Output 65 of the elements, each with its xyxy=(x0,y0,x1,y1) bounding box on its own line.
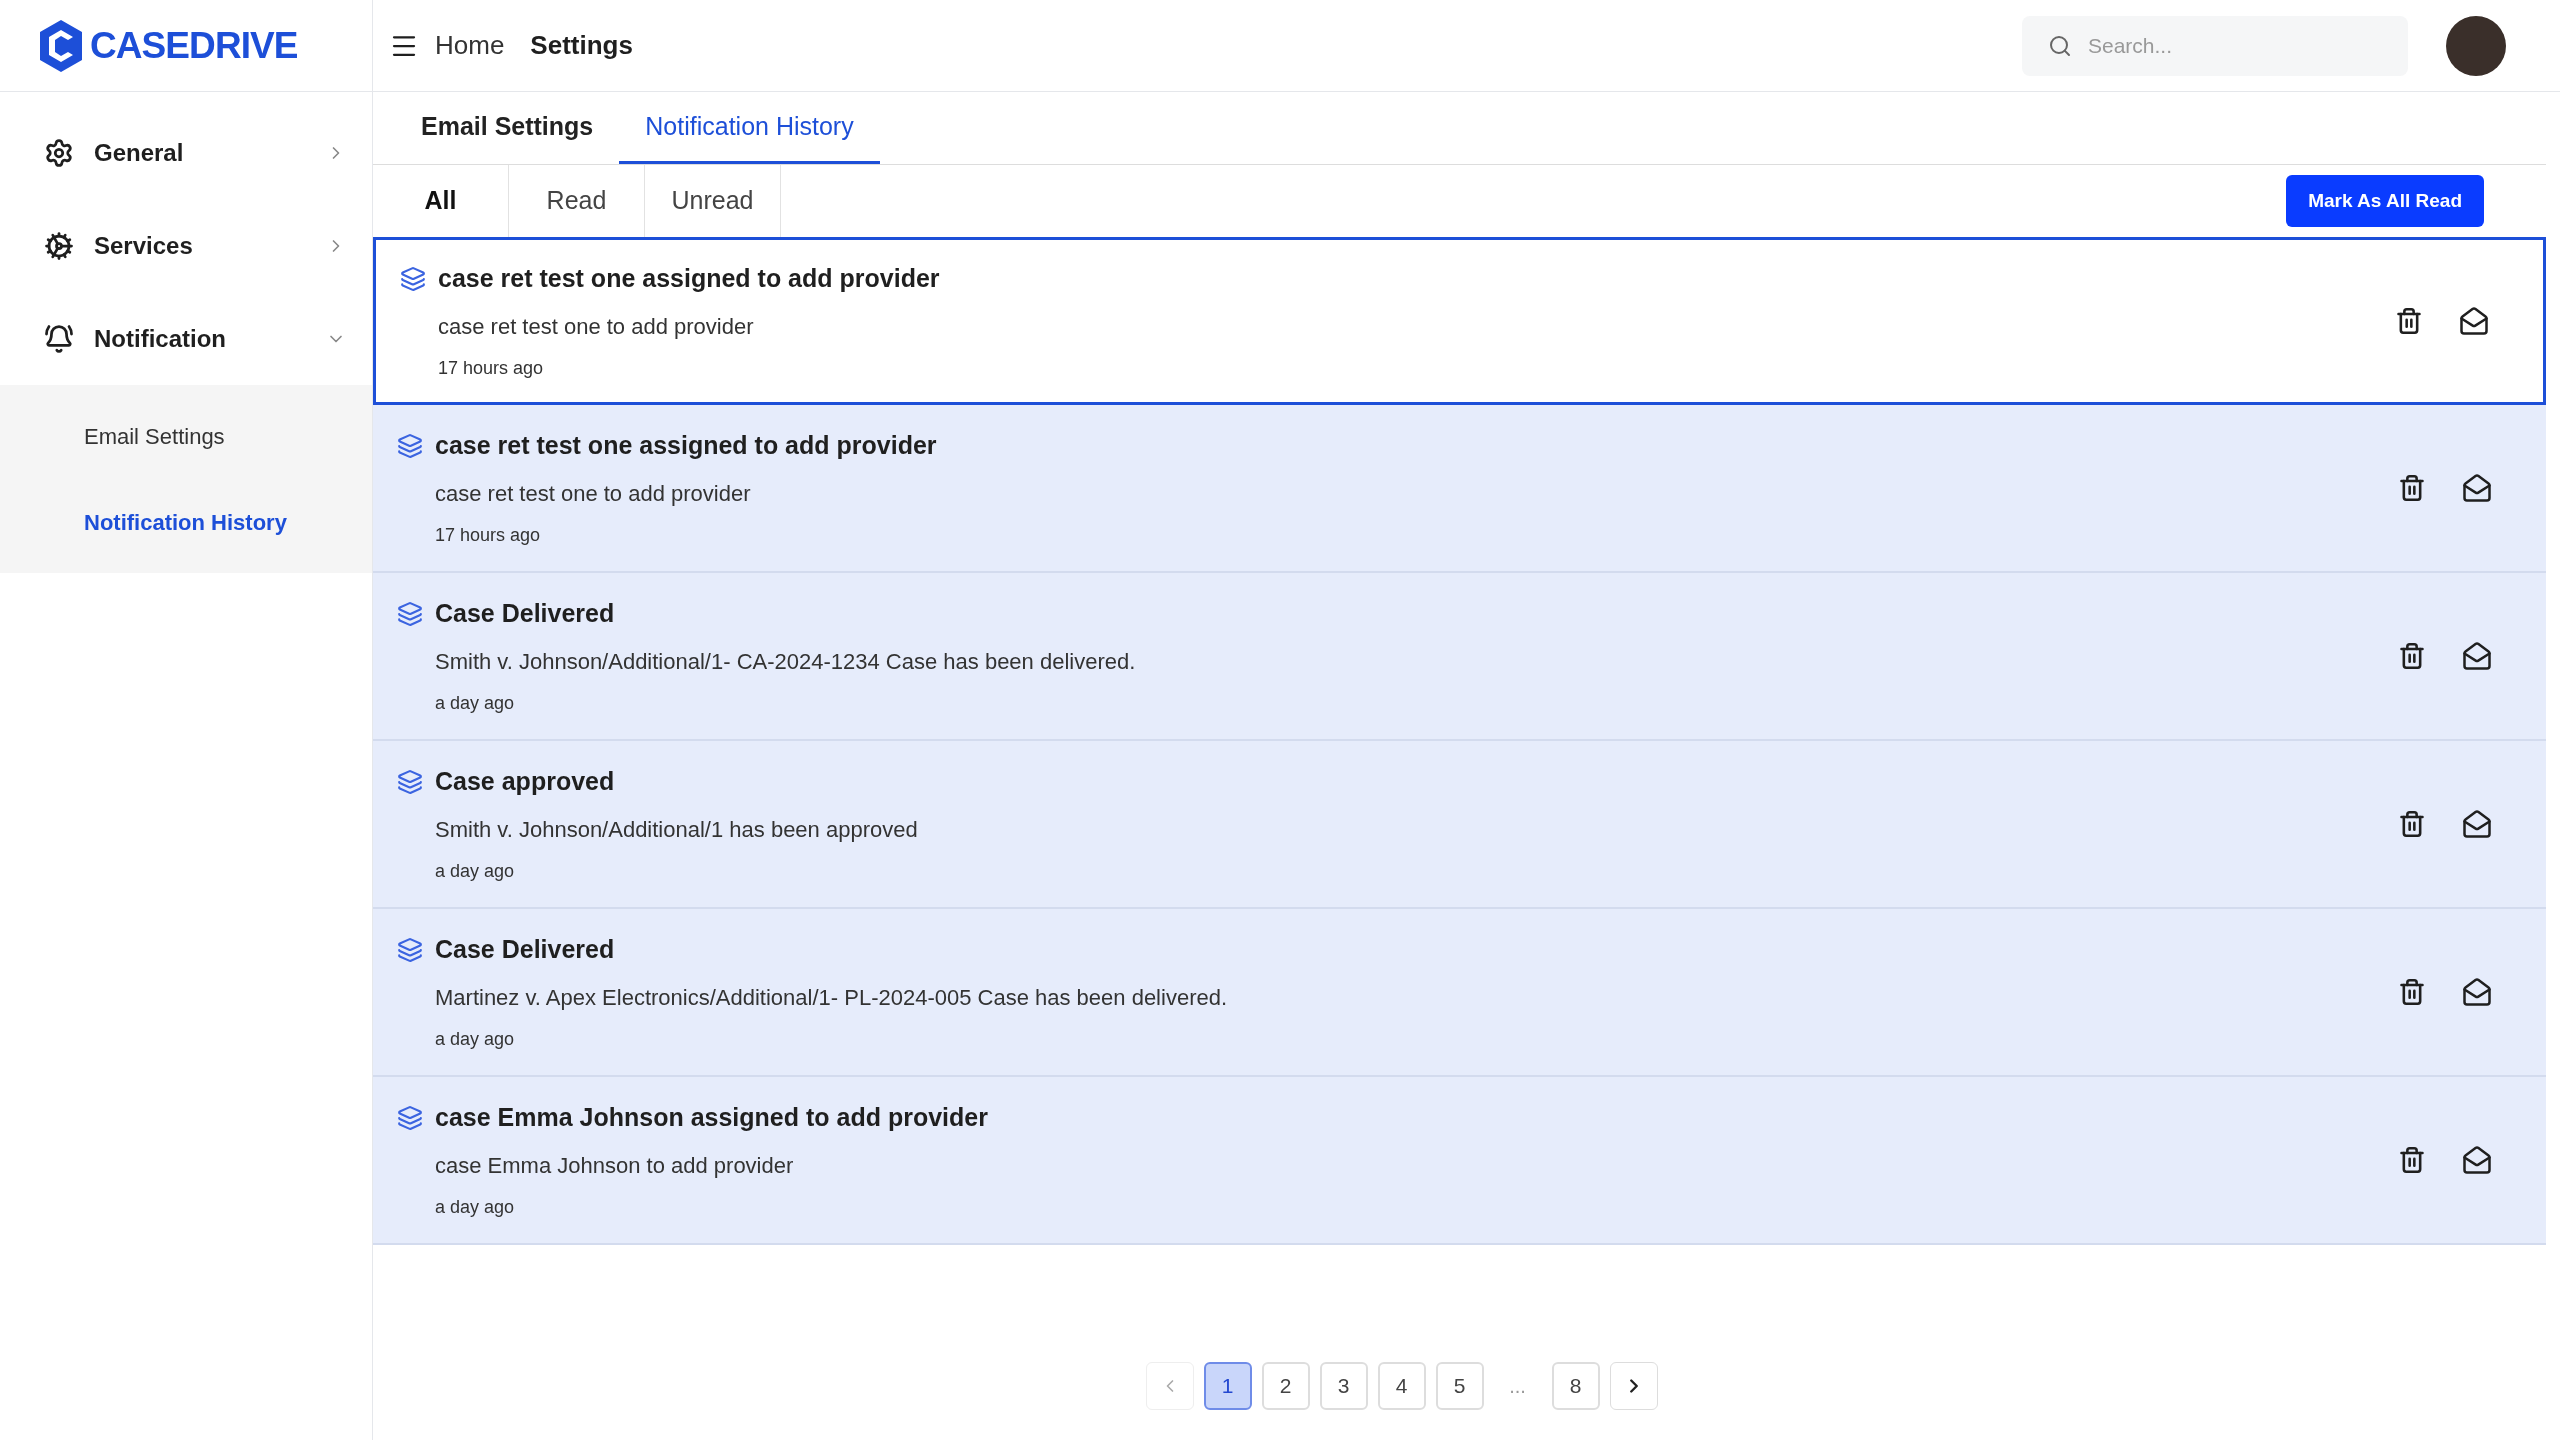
notification-body: Smith v. Johnson/Additional/1 has been approved xyxy=(434,815,919,844)
notification-title: case Emma Johnson assigned to add provider xyxy=(435,1102,988,1134)
page-button[interactable]: 2 xyxy=(1261,1362,1310,1410)
layers-icon xyxy=(397,433,423,459)
notification-time: a day ago xyxy=(434,691,516,715)
page-ellipsis: ... xyxy=(1508,1374,1527,1399)
open-envelope-icon[interactable] xyxy=(2462,473,2492,503)
page-button[interactable]: 1 xyxy=(1203,1362,1252,1410)
sidebar-item[interactable]: Notification xyxy=(0,292,372,385)
layers-icon xyxy=(400,266,426,292)
notification-time: 17 hours ago xyxy=(434,523,542,547)
delete-icon[interactable] xyxy=(2398,810,2426,838)
notification-title: case ret test one assigned to add provider xyxy=(438,263,940,295)
delete-icon[interactable] xyxy=(2398,474,2426,502)
bell-icon xyxy=(44,323,74,354)
delete-icon[interactable] xyxy=(2395,307,2423,335)
notification-body: case ret test one to add provider xyxy=(437,312,755,341)
open-envelope-icon[interactable] xyxy=(2462,977,2492,1007)
breadcrumb-item: Settings xyxy=(530,29,633,62)
submenu-item[interactable]: Email Settings xyxy=(0,393,372,479)
search-icon xyxy=(2048,33,2072,58)
notification-time: a day ago xyxy=(434,859,516,883)
page-button[interactable]: 8 xyxy=(1551,1362,1600,1410)
notification-title: case ret test one assigned to add provider xyxy=(435,430,937,462)
notification-title: Case Delivered xyxy=(435,598,615,630)
cog-icon xyxy=(44,230,74,261)
open-envelope-icon[interactable] xyxy=(2462,809,2492,839)
breadcrumb-item[interactable]: Home xyxy=(435,26,505,65)
notification-body: case ret test one to add provider xyxy=(434,479,752,508)
layers-icon xyxy=(397,937,423,963)
notification-body: Smith v. Johnson/Additional/1- CA-2024-1234 Case has been delivered. xyxy=(434,647,1137,676)
notification-row[interactable]: Case approved Smith v. Johnson/Additional/1 has been approved a day ago xyxy=(373,741,2546,909)
notification-body: Martinez v. Apex Electronics/Additional/1- PL-2024-005 Case has been delivered. xyxy=(434,983,1229,1012)
sidebar-item[interactable]: Services xyxy=(0,199,372,292)
logo-text: CASEDRIVE xyxy=(90,23,298,68)
delete-icon[interactable] xyxy=(2398,642,2426,670)
layers-icon xyxy=(397,1105,423,1131)
tab[interactable]: Email Settings xyxy=(395,92,620,164)
open-envelope-icon[interactable] xyxy=(2462,1145,2492,1175)
page-button[interactable]: 4 xyxy=(1377,1362,1426,1410)
delete-icon[interactable] xyxy=(2398,1146,2426,1174)
notification-time: 17 hours ago xyxy=(437,356,545,380)
sidebar-item[interactable]: General xyxy=(0,106,372,199)
notification-title: Case Delivered xyxy=(435,934,615,966)
notification-title: Case approved xyxy=(435,766,615,798)
open-envelope-icon[interactable] xyxy=(2459,306,2489,336)
gear-icon xyxy=(44,137,74,168)
notification-time: a day ago xyxy=(434,1027,516,1051)
notification-row[interactable]: case ret test one assigned to add provider case ret test one to add provider 17 hours ago xyxy=(373,405,2546,573)
mark-all-read-button[interactable]: Mark As All Read xyxy=(2286,175,2484,227)
notification-row[interactable]: Case Delivered Smith v. Johnson/Additional/1- CA-2024-1234 Case has been delivered. a day ago xyxy=(373,573,2546,741)
notification-row[interactable]: case Emma Johnson assigned to add provider case Emma Johnson to add provider a day ago xyxy=(373,1077,2546,1245)
page-button[interactable]: 3 xyxy=(1319,1362,1368,1410)
notification-row[interactable]: case ret test one assigned to add provider case ret test one to add provider 17 hours ago xyxy=(373,237,2546,405)
layers-icon xyxy=(397,769,423,795)
notification-time: a day ago xyxy=(434,1195,516,1219)
open-envelope-icon[interactable] xyxy=(2462,641,2492,671)
layers-icon xyxy=(397,601,423,627)
delete-icon[interactable] xyxy=(2398,978,2426,1006)
tab[interactable]: Notification History xyxy=(619,92,880,164)
page-button[interactable]: 5 xyxy=(1435,1362,1484,1410)
submenu-item[interactable]: Notification History xyxy=(0,479,372,565)
notification-row[interactable]: Case Delivered Martinez v. Apex Electronics/Additional/1- PL-2024-005 Case has been delivered. a day ago xyxy=(373,909,2546,1077)
notification-body: case Emma Johnson to add provider xyxy=(434,1151,795,1180)
search-field[interactable]: Search... xyxy=(2022,15,2408,76)
